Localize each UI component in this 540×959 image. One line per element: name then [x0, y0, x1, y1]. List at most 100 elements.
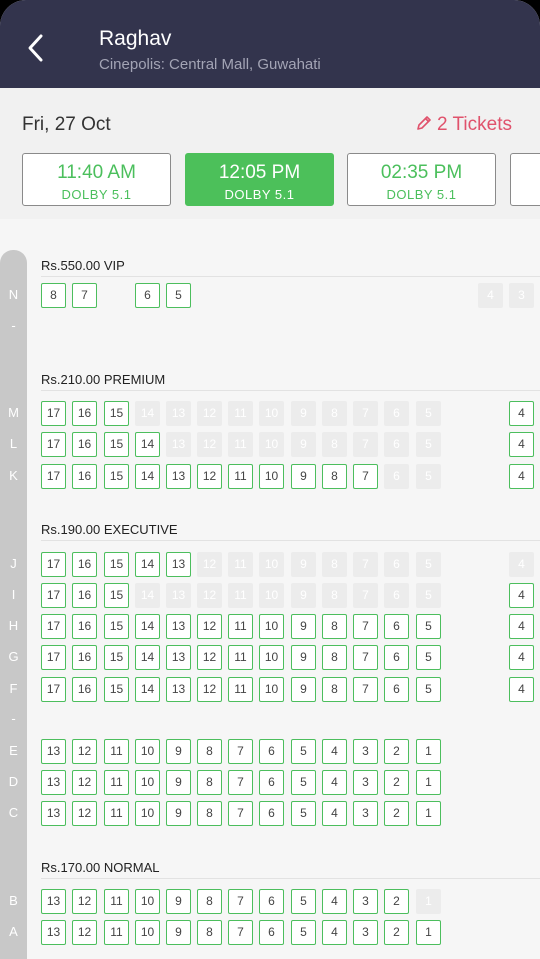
seat[interactable]: 17 [41, 464, 66, 489]
seat[interactable]: 8 [197, 920, 222, 945]
seat[interactable]: 15 [104, 614, 129, 639]
seat[interactable]: 9 [166, 739, 191, 764]
seat[interactable]: 4 [509, 645, 534, 670]
seat[interactable]: 17 [41, 552, 66, 577]
seat[interactable]: 16 [72, 464, 97, 489]
seat[interactable]: 13 [41, 770, 66, 795]
seat[interactable]: 16 [72, 583, 97, 608]
seat[interactable]: 6 [259, 920, 284, 945]
seat[interactable]: 9 [166, 801, 191, 826]
seat[interactable]: 7 [228, 920, 253, 945]
seat[interactable]: 12 [197, 645, 222, 670]
seat[interactable]: 17 [41, 432, 66, 457]
seat[interactable]: 9 [291, 677, 316, 702]
seat[interactable]: 17 [41, 583, 66, 608]
seat[interactable]: 2 [384, 920, 409, 945]
seat[interactable]: 12 [72, 920, 97, 945]
seat[interactable]: 7 [353, 677, 378, 702]
seat[interactable]: 16 [72, 645, 97, 670]
showtime-more[interactable] [510, 153, 540, 206]
seat[interactable]: 16 [72, 614, 97, 639]
seat[interactable]: 2 [384, 739, 409, 764]
seat[interactable]: 3 [353, 889, 378, 914]
seat[interactable]: 5 [416, 614, 441, 639]
seat[interactable]: 4 [322, 739, 347, 764]
seat[interactable]: 13 [41, 889, 66, 914]
seat[interactable]: 13 [41, 801, 66, 826]
seat[interactable]: 9 [166, 889, 191, 914]
seat[interactable]: 14 [135, 614, 160, 639]
seat[interactable]: 16 [72, 552, 97, 577]
seat[interactable]: 5 [416, 645, 441, 670]
seat[interactable]: 15 [104, 645, 129, 670]
seat[interactable]: 12 [72, 739, 97, 764]
seat[interactable]: 14 [135, 432, 160, 457]
seat[interactable]: 12 [72, 801, 97, 826]
seat[interactable]: 3 [353, 770, 378, 795]
seat[interactable]: 8 [322, 464, 347, 489]
seat[interactable]: 10 [259, 677, 284, 702]
seat[interactable]: 7 [228, 770, 253, 795]
seat[interactable]: 16 [72, 677, 97, 702]
seat[interactable]: 6 [259, 801, 284, 826]
seat[interactable]: 5 [291, 770, 316, 795]
seat[interactable]: 4 [322, 920, 347, 945]
seat[interactable]: 4 [322, 770, 347, 795]
seat[interactable]: 4 [509, 401, 534, 426]
seat[interactable]: 13 [166, 552, 191, 577]
seat[interactable]: 6 [259, 889, 284, 914]
seat[interactable]: 15 [104, 432, 129, 457]
seat[interactable]: 1 [416, 770, 441, 795]
seat[interactable]: 4 [509, 583, 534, 608]
seat[interactable]: 12 [197, 677, 222, 702]
seat[interactable]: 15 [104, 401, 129, 426]
seat[interactable]: 7 [353, 614, 378, 639]
seat[interactable]: 13 [166, 464, 191, 489]
seat[interactable]: 12 [72, 770, 97, 795]
seat[interactable]: 8 [197, 801, 222, 826]
seat[interactable]: 2 [384, 770, 409, 795]
seat[interactable]: 9 [291, 614, 316, 639]
seat[interactable]: 12 [197, 614, 222, 639]
seat[interactable]: 10 [259, 645, 284, 670]
seat[interactable]: 8 [322, 677, 347, 702]
seat[interactable]: 15 [104, 677, 129, 702]
seat[interactable]: 14 [135, 552, 160, 577]
seat[interactable]: 6 [135, 283, 160, 308]
seat[interactable]: 4 [322, 889, 347, 914]
seat[interactable]: 15 [104, 583, 129, 608]
seat[interactable]: 6 [259, 739, 284, 764]
seat[interactable]: 8 [197, 770, 222, 795]
seat[interactable]: 16 [72, 432, 97, 457]
seat[interactable]: 2 [384, 801, 409, 826]
seat[interactable]: 1 [416, 739, 441, 764]
seat[interactable]: 10 [259, 464, 284, 489]
seat[interactable]: 13 [166, 677, 191, 702]
seat[interactable]: 12 [197, 464, 222, 489]
seat[interactable]: 3 [353, 801, 378, 826]
seat[interactable]: 4 [509, 677, 534, 702]
seat[interactable]: 14 [135, 677, 160, 702]
seat[interactable]: 16 [72, 401, 97, 426]
seat[interactable]: 7 [228, 739, 253, 764]
seat[interactable]: 10 [135, 920, 160, 945]
seat[interactable]: 5 [416, 677, 441, 702]
seat[interactable]: 8 [322, 645, 347, 670]
seat[interactable]: 4 [509, 464, 534, 489]
seat[interactable]: 5 [291, 889, 316, 914]
seat[interactable]: 6 [259, 770, 284, 795]
seat[interactable]: 13 [41, 920, 66, 945]
seat[interactable]: 7 [72, 283, 97, 308]
seat[interactable]: 10 [135, 889, 160, 914]
seat[interactable]: 9 [291, 645, 316, 670]
seat[interactable]: 3 [353, 739, 378, 764]
seat[interactable]: 9 [291, 464, 316, 489]
seat[interactable]: 8 [322, 614, 347, 639]
seat[interactable]: 17 [41, 677, 66, 702]
seat[interactable]: 15 [104, 464, 129, 489]
seat[interactable]: 15 [104, 552, 129, 577]
seat[interactable]: 4 [322, 801, 347, 826]
seat[interactable]: 11 [228, 645, 253, 670]
seat[interactable]: 14 [135, 645, 160, 670]
seat[interactable]: 11 [228, 614, 253, 639]
